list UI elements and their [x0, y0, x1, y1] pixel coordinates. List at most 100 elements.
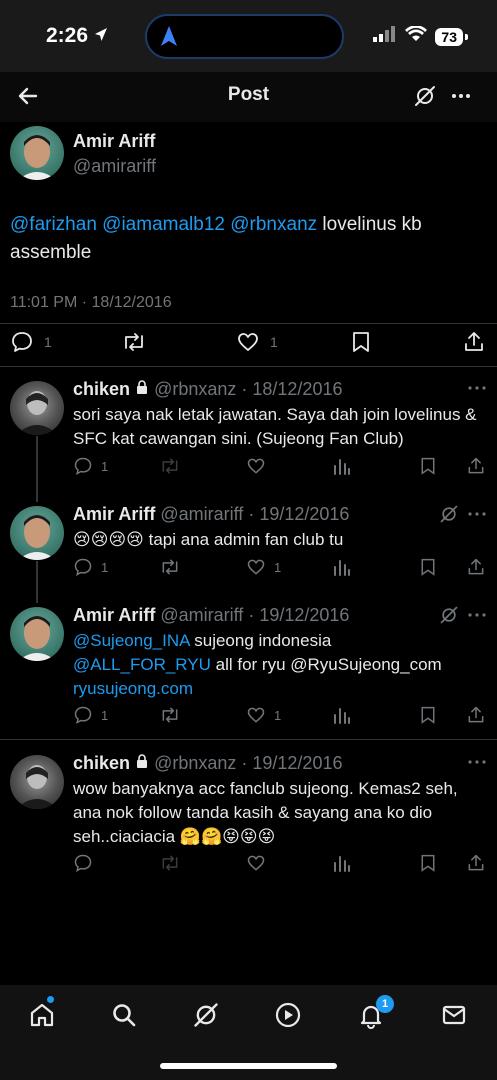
author-name[interactable]: Amir Ariff — [73, 504, 155, 524]
thread-line — [36, 561, 38, 603]
post-text: @farizhan @iamamalb12 @rbnxanz lovelinus… — [10, 211, 480, 267]
reply-actions — [73, 853, 488, 875]
reply-button[interactable]: 1 — [73, 557, 108, 577]
share-button[interactable] — [466, 705, 486, 725]
retweet-icon — [162, 855, 178, 871]
retweet-button[interactable] — [159, 557, 181, 577]
reply-button[interactable]: 1 — [73, 456, 108, 476]
share-icon — [468, 558, 484, 575]
mention-link[interactable]: @farizhan — [10, 214, 97, 235]
search-icon[interactable] — [110, 1001, 138, 1034]
share-icon — [465, 332, 483, 351]
author-name[interactable]: Amir Ariff — [73, 605, 155, 625]
views-icon — [334, 856, 350, 872]
like-count: 1 — [270, 334, 278, 350]
retweet-button[interactable] — [159, 456, 181, 476]
views-icon — [334, 708, 350, 724]
like-button[interactable] — [246, 456, 266, 476]
retweet-button[interactable] — [159, 705, 181, 725]
more-icon[interactable] — [449, 84, 473, 113]
bookmark-icon — [421, 706, 435, 724]
reply-button[interactable]: 1 — [10, 330, 52, 354]
like-icon — [247, 458, 265, 474]
reply-button[interactable]: 1 — [73, 705, 108, 725]
reply-actions: 1 1 — [73, 705, 488, 727]
bookmark-button[interactable] — [419, 705, 437, 725]
home-indicator[interactable] — [160, 1063, 337, 1069]
avatar[interactable] — [10, 506, 64, 560]
like-button[interactable]: 1 — [236, 330, 278, 354]
share-icon — [468, 706, 484, 723]
reply-icon — [74, 854, 92, 872]
share-button[interactable] — [462, 330, 486, 354]
avatar[interactable] — [10, 755, 64, 809]
more-icon[interactable] — [467, 381, 487, 400]
navigation-arrow-icon — [161, 26, 177, 46]
reply-icon — [74, 457, 92, 475]
like-icon — [247, 707, 265, 723]
battery-indicator: 73 — [435, 27, 468, 46]
author-name[interactable]: chiken — [73, 379, 130, 399]
mention-link[interactable]: @ALL_FOR_RYU — [73, 655, 211, 674]
more-icon[interactable] — [467, 507, 487, 526]
more-icon[interactable] — [467, 608, 487, 627]
retweet-button[interactable] — [121, 330, 147, 354]
mail-icon[interactable] — [440, 1001, 468, 1034]
bookmark-button[interactable] — [419, 853, 437, 873]
divider — [0, 366, 497, 367]
bookmark-button[interactable] — [419, 557, 437, 577]
like-button[interactable]: 1 — [246, 557, 281, 577]
play-icon[interactable] — [274, 1001, 302, 1034]
share-button[interactable] — [466, 557, 486, 577]
author-handle[interactable]: @amirariff — [160, 605, 243, 625]
bookmark-icon — [353, 332, 369, 352]
share-icon — [468, 457, 484, 474]
location-arrow-icon — [94, 27, 108, 48]
reply-button[interactable] — [73, 853, 93, 873]
bookmark-button[interactable] — [350, 330, 372, 354]
like-button[interactable] — [246, 853, 266, 873]
avatar[interactable] — [10, 607, 64, 661]
author-handle[interactable]: @amirariff — [73, 156, 156, 177]
divider — [0, 739, 497, 740]
avatar[interactable] — [10, 126, 64, 180]
share-button[interactable] — [466, 853, 486, 873]
views-button[interactable] — [333, 705, 351, 725]
retweet-icon — [162, 458, 178, 474]
reply-date: · 18/12/2016 — [241, 379, 343, 399]
views-button[interactable] — [333, 853, 351, 873]
grok-icon[interactable] — [413, 84, 437, 113]
mention-link[interactable]: @Sujeong_INA — [73, 631, 190, 650]
mention-link[interactable]: @iamamalb12 — [102, 214, 225, 235]
url-link[interactable]: ryusujeong.com — [73, 679, 193, 698]
bookmark-icon — [421, 457, 435, 475]
reply-header: chiken @rbnxanz · 18/12/2016 — [73, 379, 342, 400]
grok-icon[interactable] — [439, 504, 459, 529]
author-handle[interactable]: @amirariff — [160, 504, 243, 524]
share-button[interactable] — [466, 456, 486, 476]
mention-link[interactable]: @rbnxanz — [230, 214, 317, 235]
grok-icon[interactable] — [192, 1001, 220, 1034]
grok-icon[interactable] — [439, 605, 459, 630]
home-icon[interactable] — [28, 1001, 56, 1034]
post-timestamp[interactable]: 11:01 PM · 18/12/2016 — [10, 294, 172, 312]
like-count: 1 — [274, 559, 282, 575]
author-name[interactable]: chiken — [73, 753, 130, 773]
retweet-button[interactable] — [159, 853, 181, 873]
more-icon[interactable] — [467, 755, 487, 774]
views-button[interactable] — [333, 557, 351, 577]
like-button[interactable]: 1 — [246, 705, 281, 725]
views-button[interactable] — [333, 456, 351, 476]
retweet-icon — [125, 333, 143, 351]
emoji-group: 😢😢😢😢 — [73, 530, 144, 549]
reply-icon — [12, 332, 32, 352]
bookmark-button[interactable] — [419, 456, 437, 476]
author-name[interactable]: Amir Ariff — [73, 131, 155, 152]
avatar[interactable] — [10, 381, 64, 435]
views-icon — [334, 560, 350, 576]
author-handle[interactable]: @rbnxanz — [154, 379, 236, 399]
bookmark-icon — [421, 854, 435, 872]
reply-actions: 1 — [73, 456, 488, 478]
views-icon — [334, 459, 350, 475]
author-handle[interactable]: @rbnxanz — [154, 753, 236, 773]
